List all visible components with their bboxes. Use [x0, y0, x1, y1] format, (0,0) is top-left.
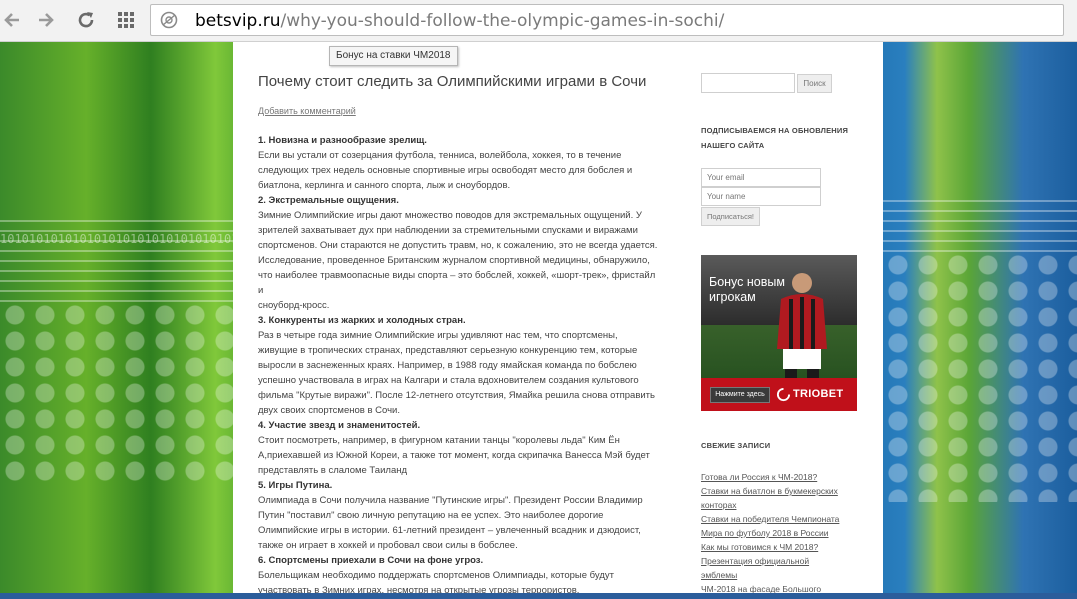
- body-line: Если вы устали от созерцания футбола, те…: [258, 150, 622, 161]
- body-line: Исследование, проведенное Британским жур…: [258, 255, 650, 266]
- body-line: живущие в тропических странах, представл…: [258, 345, 638, 356]
- apps-grid-icon: [118, 12, 134, 28]
- list-item: Готова ли Россия к ЧМ-2018?: [701, 470, 846, 484]
- ad-footer: Нажмите здесь TRIOBET: [701, 378, 857, 411]
- body-line: также он играет в хоккей и пробовал свои…: [258, 540, 518, 551]
- arrow-left-icon: [4, 13, 19, 27]
- url-host: betsvip.ru: [195, 11, 281, 31]
- bottom-strip: [0, 593, 1077, 599]
- background-stripes-left: [0, 212, 233, 302]
- recent-post-link[interactable]: Ставки на биатлон в букмекерских: [701, 486, 838, 496]
- search-button[interactable]: Поиск: [797, 74, 832, 93]
- name-field[interactable]: Your name: [701, 187, 821, 206]
- forward-button[interactable]: [34, 8, 58, 32]
- subscribe-heading: ПОДПИСЫВАЕМСЯ НА ОБНОВЛЕНИЯ НАШЕГО САЙТА: [701, 126, 849, 150]
- article-title: Почему стоит следить за Олимпийскими игр…: [258, 73, 647, 90]
- url-text: betsvip.ru/why-you-should-follow-the-oly…: [195, 11, 724, 31]
- body-line: Путин "поставил" свою личную репутацию н…: [258, 510, 604, 521]
- background-binary-text: 10101010101010101010101010101010101010: [0, 232, 233, 246]
- section-heading: 3. Конкуренты из жарких и холодных стран…: [258, 315, 466, 326]
- background-hexagons-right: [883, 252, 1077, 502]
- apps-button[interactable]: [114, 8, 138, 32]
- section-heading: 6. Спортсмены приехали в Сочи на фоне уг…: [258, 555, 484, 566]
- section-heading: 2. Экстремальные ощущения.: [258, 195, 399, 206]
- recent-post-link[interactable]: Презентация официальной эмблемы: [701, 556, 809, 580]
- body-line: А,приехавшей из Южной Кореи, а также тот…: [258, 450, 650, 461]
- body-line: Зимние Олимпийские игры дают множество п…: [258, 210, 642, 221]
- email-field[interactable]: Your email: [701, 168, 821, 187]
- ad-cta-button[interactable]: Нажмите здесь: [710, 387, 770, 403]
- recent-post-link[interactable]: Мира по футболу 2018 в России: [701, 528, 829, 538]
- body-line: Олимпиада в Сочи получила название "Пути…: [258, 495, 643, 506]
- triobet-logo-icon: [776, 387, 791, 402]
- body-line: успешно участвовала в играх на Калгари и…: [258, 375, 639, 386]
- content-panel: Почему стоит следить за Олимпийскими игр…: [233, 42, 883, 599]
- link-tooltip: Бонус на ставки ЧМ2018: [329, 46, 458, 66]
- body-line: спортсменов. Они стараются не допустить …: [258, 240, 658, 251]
- body-line: Болельщикам необходимо поддержать спортс…: [258, 570, 614, 581]
- site-info-icon[interactable]: [160, 11, 178, 29]
- body-line: сноуборд-кросс.: [258, 300, 330, 311]
- body-line: зрителей захватывает дух при наблюдении …: [258, 225, 638, 236]
- recent-posts-heading: СВЕЖИЕ ЗАПИСИ: [701, 441, 771, 450]
- list-item: Как мы готовимся к ЧМ 2018?: [701, 540, 846, 554]
- recent-posts-list: Готова ли Россия к ЧМ-2018? Ставки на би…: [701, 470, 846, 599]
- body-line: Раз в четыре года зимние Олимпийские игр…: [258, 330, 618, 341]
- list-item: Ставки на победителя Чемпионата: [701, 512, 846, 526]
- browser-toolbar: betsvip.ru/why-you-should-follow-the-oly…: [0, 0, 1077, 42]
- recent-post-link[interactable]: Как мы готовимся к ЧМ 2018?: [701, 542, 818, 552]
- body-line: Олимпийские игры в истории. 61-летний пр…: [258, 525, 641, 536]
- ad-banner[interactable]: Бонус новым игрокам Нажмите здесь TRIOBE…: [701, 255, 857, 411]
- body-line: фильма "Крутые виражи". После 12-летнего…: [258, 390, 655, 401]
- subscribe-button[interactable]: Подписаться!: [701, 207, 760, 226]
- recent-post-link[interactable]: Ставки на победителя Чемпионата: [701, 514, 839, 524]
- article-body: 1. Новизна и разнообразие зрелищ. Если в…: [258, 133, 658, 598]
- body-line: выросли в заснеженных краях. Например, в…: [258, 360, 637, 371]
- background-stripes-right: [883, 192, 1077, 252]
- body-line: что наиболее травмоопасные виды спорта –…: [258, 270, 656, 296]
- url-path: /why-you-should-follow-the-olympic-games…: [280, 11, 725, 31]
- ad-headline: Бонус новым игрокам: [709, 275, 785, 304]
- body-line: следующих трех недель основные спортивны…: [258, 165, 633, 176]
- list-item: Презентация официальной эмблемы: [701, 554, 846, 582]
- recent-post-link[interactable]: конторах: [701, 500, 736, 510]
- body-line: представлять в слаломе Таиланд: [258, 465, 408, 476]
- background-hexagons-left: [0, 302, 233, 482]
- reload-icon: [78, 12, 94, 28]
- reload-button[interactable]: [74, 8, 98, 32]
- back-button[interactable]: [0, 8, 24, 32]
- search-input[interactable]: [701, 73, 795, 93]
- list-item: конторах: [701, 498, 846, 512]
- body-line: Стоит посмотреть, например, в фигурном к…: [258, 435, 620, 446]
- section-heading: 5. Игры Путина.: [258, 480, 333, 491]
- body-line: биатлона, керлинга и санного спорта, лыж…: [258, 180, 511, 191]
- ad-brand: TRIOBET: [793, 388, 844, 400]
- address-bar[interactable]: betsvip.ru/why-you-should-follow-the-oly…: [150, 4, 1064, 36]
- section-heading: 1. Новизна и разнообразие зрелищ.: [258, 135, 427, 146]
- body-line: двух своих спортсменов в Сочи.: [258, 405, 400, 416]
- recent-post-link[interactable]: Готова ли Россия к ЧМ-2018?: [701, 472, 817, 482]
- section-heading: 4. Участие звезд и знаменитостей.: [258, 420, 421, 431]
- list-item: Мира по футболу 2018 в России: [701, 526, 846, 540]
- list-item: Ставки на биатлон в букмекерских: [701, 484, 846, 498]
- arrow-right-icon: [39, 13, 54, 27]
- add-comment-link[interactable]: Добавить комментарий: [258, 106, 356, 116]
